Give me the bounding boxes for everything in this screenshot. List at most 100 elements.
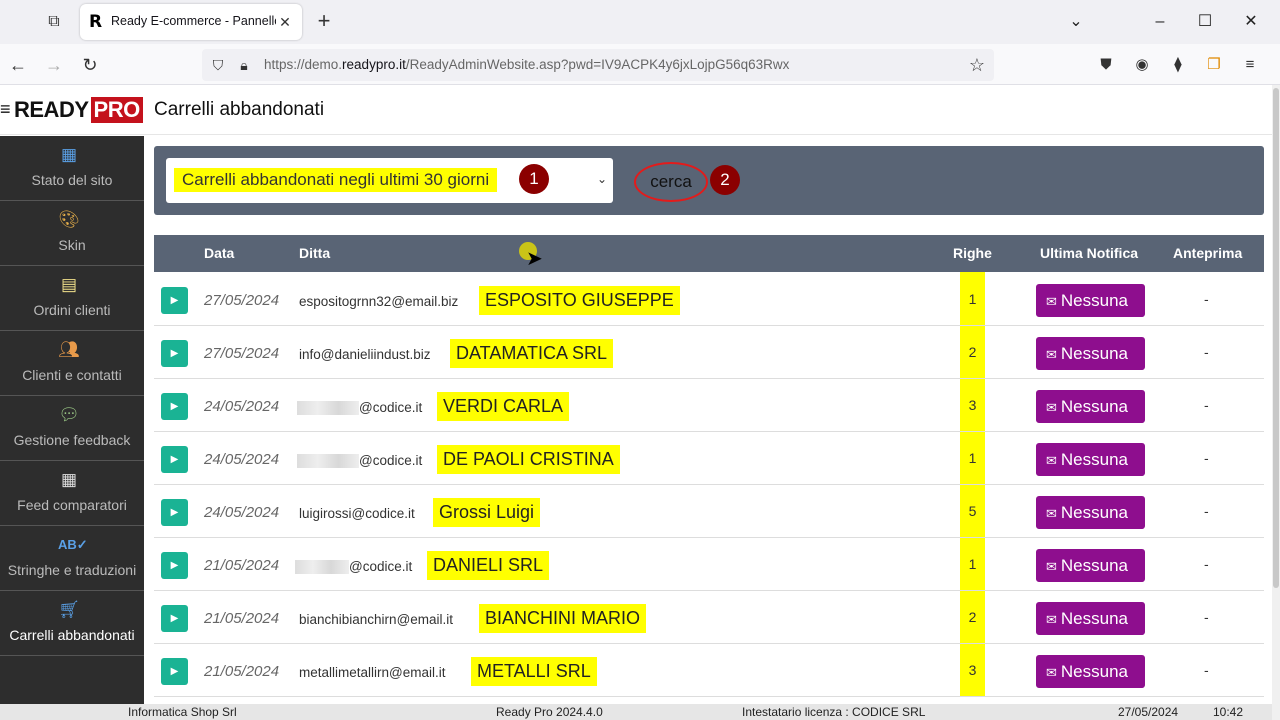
menu-icon[interactable]: ≡ <box>1238 53 1262 77</box>
lock-icon[interactable]: 🔒︎ <box>234 55 254 75</box>
step-badge-2: 2 <box>710 165 740 195</box>
row-righe: 1 <box>968 556 977 572</box>
expand-play-icon[interactable]: ▶ <box>161 658 188 685</box>
status-license: Intestatario licenza : CODICE SRL <box>742 705 926 719</box>
logo-ready-text: READY <box>14 97 89 122</box>
sidebar-item-stringhe-e-traduzioni[interactable]: AB✓ Stringhe e traduzioni <box>0 526 144 591</box>
notify-button[interactable]: ✉ Nessuna <box>1036 496 1145 529</box>
row-preview: - <box>1204 397 1209 413</box>
translate-icon: AB✓ <box>58 537 88 552</box>
notify-button[interactable]: ✉ Nessuna <box>1036 549 1145 582</box>
notify-label: Nessuna <box>1060 609 1129 628</box>
browser-tab[interactable]: R Ready E-commerce - Pannello a ✕ <box>80 4 302 40</box>
notify-label: Nessuna <box>1060 662 1129 681</box>
expand-play-icon[interactable]: ▶ <box>161 287 188 314</box>
expand-play-icon[interactable]: ▶ <box>161 393 188 420</box>
row-righe: 3 <box>968 662 977 678</box>
sidebar-item-skin[interactable]: 🎨︎ Skin <box>0 201 144 266</box>
sidebar-item-stato-del-sito[interactable]: ▦ Stato del sito <box>0 136 144 201</box>
sidebar-item-feed-comparatori[interactable]: ▦ Feed comparatori <box>0 461 144 526</box>
column-header-righe[interactable]: Righe <box>953 245 992 261</box>
row-email: luigirossi@codice.it <box>299 506 415 521</box>
orders-icon: ▤ <box>60 275 78 294</box>
extensions-icon[interactable]: ⧫ <box>1166 53 1190 77</box>
notify-button[interactable]: ✉ Nessuna <box>1036 337 1145 370</box>
notify-button[interactable]: ✉ Nessuna <box>1036 655 1145 688</box>
close-tab-icon[interactable]: ✕ <box>276 12 294 32</box>
envelope-icon: ✉ <box>1046 612 1057 627</box>
bookmark-star-icon[interactable]: ☆ <box>966 54 988 76</box>
readypro-logo[interactable]: READY PRO <box>14 97 143 123</box>
expand-play-icon[interactable]: ▶ <box>161 340 188 367</box>
envelope-icon: ✉ <box>1046 347 1057 362</box>
reload-icon[interactable]: ↻ <box>77 52 103 78</box>
row-date: 21/05/2024 <box>204 610 280 627</box>
envelope-icon: ✉ <box>1046 665 1057 680</box>
url-text[interactable]: https://demo.readypro.it/ReadyAdminWebsi… <box>264 57 789 72</box>
sidebar-item-label: Feed comparatori <box>17 497 127 513</box>
table-row[interactable]: ▶ 24/05/2024 luigirossi@codice.it Grossi… <box>154 485 1264 538</box>
row-righe: 1 <box>968 291 977 307</box>
maximize-icon[interactable]: ☐ <box>1191 10 1219 34</box>
row-company: METALLI SRL <box>471 657 597 686</box>
row-date: 24/05/2024 <box>204 504 280 521</box>
row-email-domain: @codice.it <box>359 453 423 468</box>
expand-play-icon[interactable]: ▶ <box>161 552 188 579</box>
row-date: 24/05/2024 <box>204 451 280 468</box>
row-preview: - <box>1204 291 1209 307</box>
row-preview: - <box>1204 450 1209 466</box>
row-email: @codice.it <box>297 453 423 469</box>
table-row[interactable]: ▶ 27/05/2024 info@danieliindust.biz DATA… <box>154 326 1264 379</box>
table-row[interactable]: ▶ 21/05/2024 bianchibianchirn@email.it B… <box>154 591 1264 644</box>
pocket-icon[interactable]: ⛊ <box>1094 53 1118 77</box>
hamburger-menu-icon[interactable]: ≡ <box>0 97 12 121</box>
row-righe: 2 <box>968 344 977 360</box>
row-righe: 1 <box>968 450 977 466</box>
table-row[interactable]: ▶ 27/05/2024 espositogrnn32@email.biz ES… <box>154 273 1264 326</box>
forward-icon[interactable]: → <box>41 52 67 78</box>
period-select[interactable]: Carrelli abbandonati negli ultimi 30 gio… <box>166 158 613 203</box>
feedback-icon: 💬︎ <box>58 405 80 424</box>
chevron-down-icon[interactable]: ⌄ <box>1062 10 1090 34</box>
row-date: 21/05/2024 <box>204 663 280 680</box>
table-row[interactable]: ▶ 21/05/2024 metallimetallirn@email.it M… <box>154 644 1264 697</box>
scrollbar-thumb[interactable] <box>1273 88 1279 588</box>
table-row[interactable]: ▶ 24/05/2024 @codice.it DE PAOLI CRISTIN… <box>154 432 1264 485</box>
sidebar-item-gestione-feedback[interactable]: 💬︎ Gestione feedback <box>0 396 144 461</box>
envelope-icon: ✉ <box>1046 294 1057 309</box>
notify-label: Nessuna <box>1060 450 1129 469</box>
row-email-domain: @codice.it <box>349 559 413 574</box>
url-bar[interactable]: ⛉ 🔒︎ https://demo.readypro.it/ReadyAdmin… <box>202 49 994 81</box>
account-icon[interactable]: ◉ <box>1130 53 1154 77</box>
tab-list-icon[interactable]: ⧉ <box>42 10 66 34</box>
sidebar-item-clienti-e-contatti[interactable]: 👥︎ Clienti e contatti <box>0 331 144 396</box>
notify-button[interactable]: ✉ Nessuna <box>1036 284 1145 317</box>
step-badge-1: 1 <box>519 164 549 194</box>
expand-play-icon[interactable]: ▶ <box>161 446 188 473</box>
sidebar-item-carrelli-abbandonati[interactable]: 🛒︎ Carrelli abbandonati <box>0 591 144 656</box>
expand-play-icon[interactable]: ▶ <box>161 499 188 526</box>
expand-play-icon[interactable]: ▶ <box>161 605 188 632</box>
row-preview: - <box>1204 609 1209 625</box>
back-icon[interactable]: ← <box>5 52 31 78</box>
minimize-icon[interactable]: – <box>1146 10 1174 34</box>
column-header-ditta[interactable]: Ditta <box>299 245 330 261</box>
table-row[interactable]: ▶ 21/05/2024 @codice.it DANIELI SRL 1 ✉ N… <box>154 538 1264 591</box>
notify-button[interactable]: ✉ Nessuna <box>1036 602 1145 635</box>
notify-button[interactable]: ✉ Nessuna <box>1036 390 1145 423</box>
sidebar-item-ordini-clienti[interactable]: ▤ Ordini clienti <box>0 266 144 331</box>
shield-icon[interactable]: ⛉ <box>208 55 228 75</box>
multi-account-icon[interactable]: ❐ <box>1202 53 1226 77</box>
envelope-icon: ✉ <box>1046 453 1057 468</box>
search-button[interactable]: cerca <box>634 162 708 202</box>
new-tab-icon[interactable]: + <box>312 10 336 34</box>
chevron-down-icon: ⌄ <box>596 172 607 186</box>
column-header-anteprima[interactable]: Anteprima <box>1173 245 1242 261</box>
row-company: DATAMATICA SRL <box>450 339 614 368</box>
envelope-icon: ✉ <box>1046 400 1057 415</box>
close-window-icon[interactable]: ✕ <box>1237 10 1265 34</box>
table-row[interactable]: ▶ 24/05/2024 @codice.it VERDI CARLA 3 ✉ N… <box>154 379 1264 432</box>
column-header-notifica[interactable]: Ultima Notifica <box>1040 245 1138 261</box>
notify-button[interactable]: ✉ Nessuna <box>1036 443 1145 476</box>
column-header-data[interactable]: Data <box>204 245 234 261</box>
